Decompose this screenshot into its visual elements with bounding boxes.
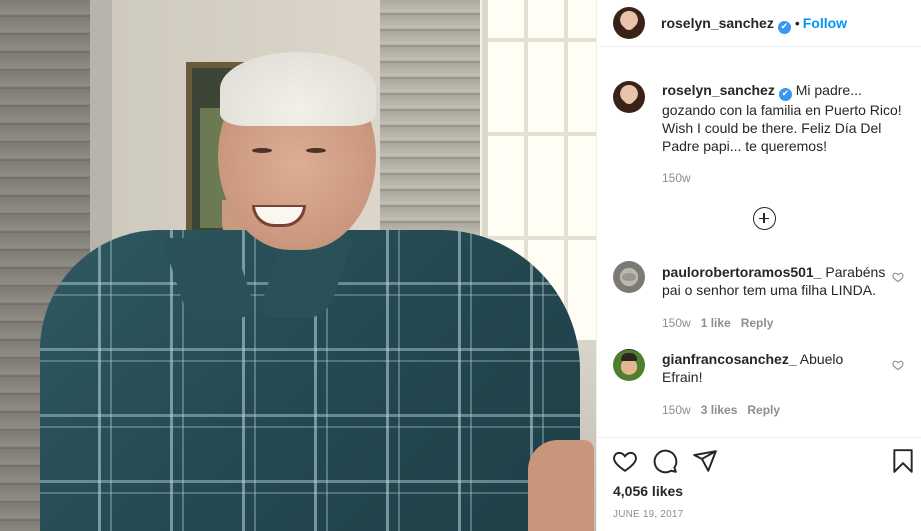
- post-photo[interactable]: [0, 0, 596, 531]
- post-sidebar: roselyn_sanchez ✔ • Follow roselyn_sanchez ✔…: [596, 0, 921, 531]
- bookmark-icon[interactable]: [890, 448, 916, 474]
- comment-meta: 150w 3 likes Reply: [662, 401, 887, 419]
- comment-username[interactable]: paulorobertoramos501_: [662, 264, 822, 280]
- like-comment-heart-icon[interactable]: [892, 271, 904, 283]
- like-comment-heart-icon[interactable]: [892, 359, 904, 371]
- header-line: roselyn_sanchez ✔ • Follow: [661, 15, 847, 34]
- man-hair: [220, 52, 376, 126]
- likes-count[interactable]: 4,056 likes: [613, 483, 683, 499]
- right-eye: [306, 148, 326, 153]
- comment-likes[interactable]: 1 like: [701, 316, 731, 330]
- comment-avatar[interactable]: [613, 349, 645, 381]
- comment-time: 150w: [662, 403, 691, 417]
- comment-username[interactable]: gianfrancosanchez_: [662, 351, 797, 367]
- comment-icon[interactable]: [652, 448, 678, 474]
- author-avatar[interactable]: [613, 7, 645, 39]
- follow-button[interactable]: Follow: [803, 15, 847, 31]
- man-hand: [528, 440, 594, 531]
- comment-meta: 150w 1 like Reply: [662, 314, 887, 332]
- comment-avatar[interactable]: [613, 261, 645, 293]
- comments-section[interactable]: roselyn_sanchez ✔ Mi padre... gozando con…: [597, 47, 921, 437]
- load-more-comments-icon[interactable]: [753, 207, 776, 230]
- caption-time: 150w: [662, 171, 691, 185]
- reply-button[interactable]: Reply: [747, 403, 780, 417]
- post-header: roselyn_sanchez ✔ • Follow: [597, 0, 921, 47]
- comment: gianfrancosanchez_ Abuelo Efrain! 150w 3 …: [662, 350, 887, 419]
- caption-username[interactable]: roselyn_sanchez: [662, 82, 775, 98]
- heart-icon[interactable]: [612, 448, 638, 474]
- verified-badge-icon: ✔: [777, 21, 791, 34]
- comment-likes[interactable]: 3 likes: [701, 403, 738, 417]
- post-date[interactable]: JUNE 19, 2017: [613, 509, 683, 520]
- comment: paulorobertoramos501_ Parabéns pai o sen…: [662, 263, 887, 332]
- post-actions: 4,056 likes JUNE 19, 2017: [597, 437, 921, 531]
- author-username[interactable]: roselyn_sanchez: [661, 15, 774, 31]
- comment-time: 150w: [662, 316, 691, 330]
- separator-dot: •: [794, 15, 800, 31]
- caption-avatar[interactable]: [613, 81, 645, 113]
- caption: roselyn_sanchez ✔ Mi padre... gozando con…: [662, 81, 912, 187]
- left-eye: [252, 148, 272, 153]
- reply-button[interactable]: Reply: [741, 316, 774, 330]
- share-icon[interactable]: [692, 448, 718, 474]
- verified-badge-icon: ✔: [778, 88, 792, 101]
